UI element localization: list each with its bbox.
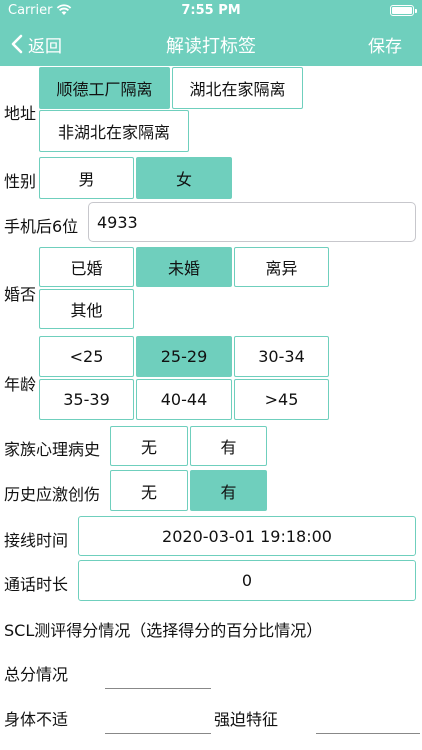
call-time-field[interactable]: 2020-03-01 19:18:00 <box>78 516 416 556</box>
call-duration-field[interactable]: 0 <box>78 560 416 601</box>
stress-history-option-no[interactable]: 无 <box>110 470 188 511</box>
marital-label: 婚否 <box>4 285 37 304</box>
scl-somatic-label: 身体不适 <box>4 710 69 729</box>
family-history-option-no[interactable]: 无 <box>110 426 188 466</box>
page-title: 解读打标签 <box>166 36 256 57</box>
battery-icon <box>390 5 417 16</box>
age-option-30-34[interactable]: 30-34 <box>234 336 329 377</box>
age-option-under25[interactable]: <25 <box>39 336 134 377</box>
phone-label: 手机后6位 <box>4 217 79 236</box>
clock: 7:55 PM <box>181 3 241 18</box>
scl-obsessive-label: 强迫特征 <box>214 710 279 729</box>
save-button[interactable]: 保存 <box>368 32 402 57</box>
call-duration-label: 通话时长 <box>4 575 69 594</box>
scl-total-input[interactable] <box>105 688 211 689</box>
age-option-40-44[interactable]: 40-44 <box>136 379 232 420</box>
phone-last6-input[interactable]: 4933 <box>88 202 416 242</box>
family-history-option-yes[interactable]: 有 <box>190 426 267 466</box>
marital-option-divorced[interactable]: 离异 <box>234 247 329 287</box>
scl-somatic-input[interactable] <box>105 733 211 734</box>
address-option-non-hubei-home[interactable]: 非湖北在家隔离 <box>39 110 189 152</box>
marital-option-unmarried[interactable]: 未婚 <box>136 247 232 287</box>
marital-option-other[interactable]: 其他 <box>39 289 134 329</box>
gender-option-male[interactable]: 男 <box>39 157 134 199</box>
status-bar: Carrier 7:55 PM <box>0 0 422 22</box>
age-option-over45[interactable]: >45 <box>234 379 329 420</box>
scl-heading: SCL测评得分情况（选择得分的百分比情况） <box>4 621 323 640</box>
call-time-label: 接线时间 <box>4 531 69 550</box>
address-option-shunde[interactable]: 顺德工厂隔离 <box>39 67 170 109</box>
stress-history-option-yes[interactable]: 有 <box>190 470 267 511</box>
address-option-hubei-home[interactable]: 湖北在家隔离 <box>172 67 303 109</box>
stress-history-label: 历史应激创伤 <box>4 485 101 504</box>
scl-obsessive-input[interactable] <box>316 733 420 734</box>
address-label: 地址 <box>4 104 37 123</box>
age-label: 年龄 <box>4 375 37 394</box>
marital-option-married[interactable]: 已婚 <box>39 247 134 287</box>
gender-option-female[interactable]: 女 <box>136 157 232 199</box>
age-option-35-39[interactable]: 35-39 <box>39 379 134 420</box>
family-history-label: 家族心理病史 <box>4 440 101 459</box>
scl-total-label: 总分情况 <box>4 665 69 684</box>
age-option-25-29[interactable]: 25-29 <box>136 336 232 377</box>
nav-bar: 返回 解读打标签 保存 <box>0 22 422 66</box>
gender-label: 性别 <box>4 172 37 191</box>
